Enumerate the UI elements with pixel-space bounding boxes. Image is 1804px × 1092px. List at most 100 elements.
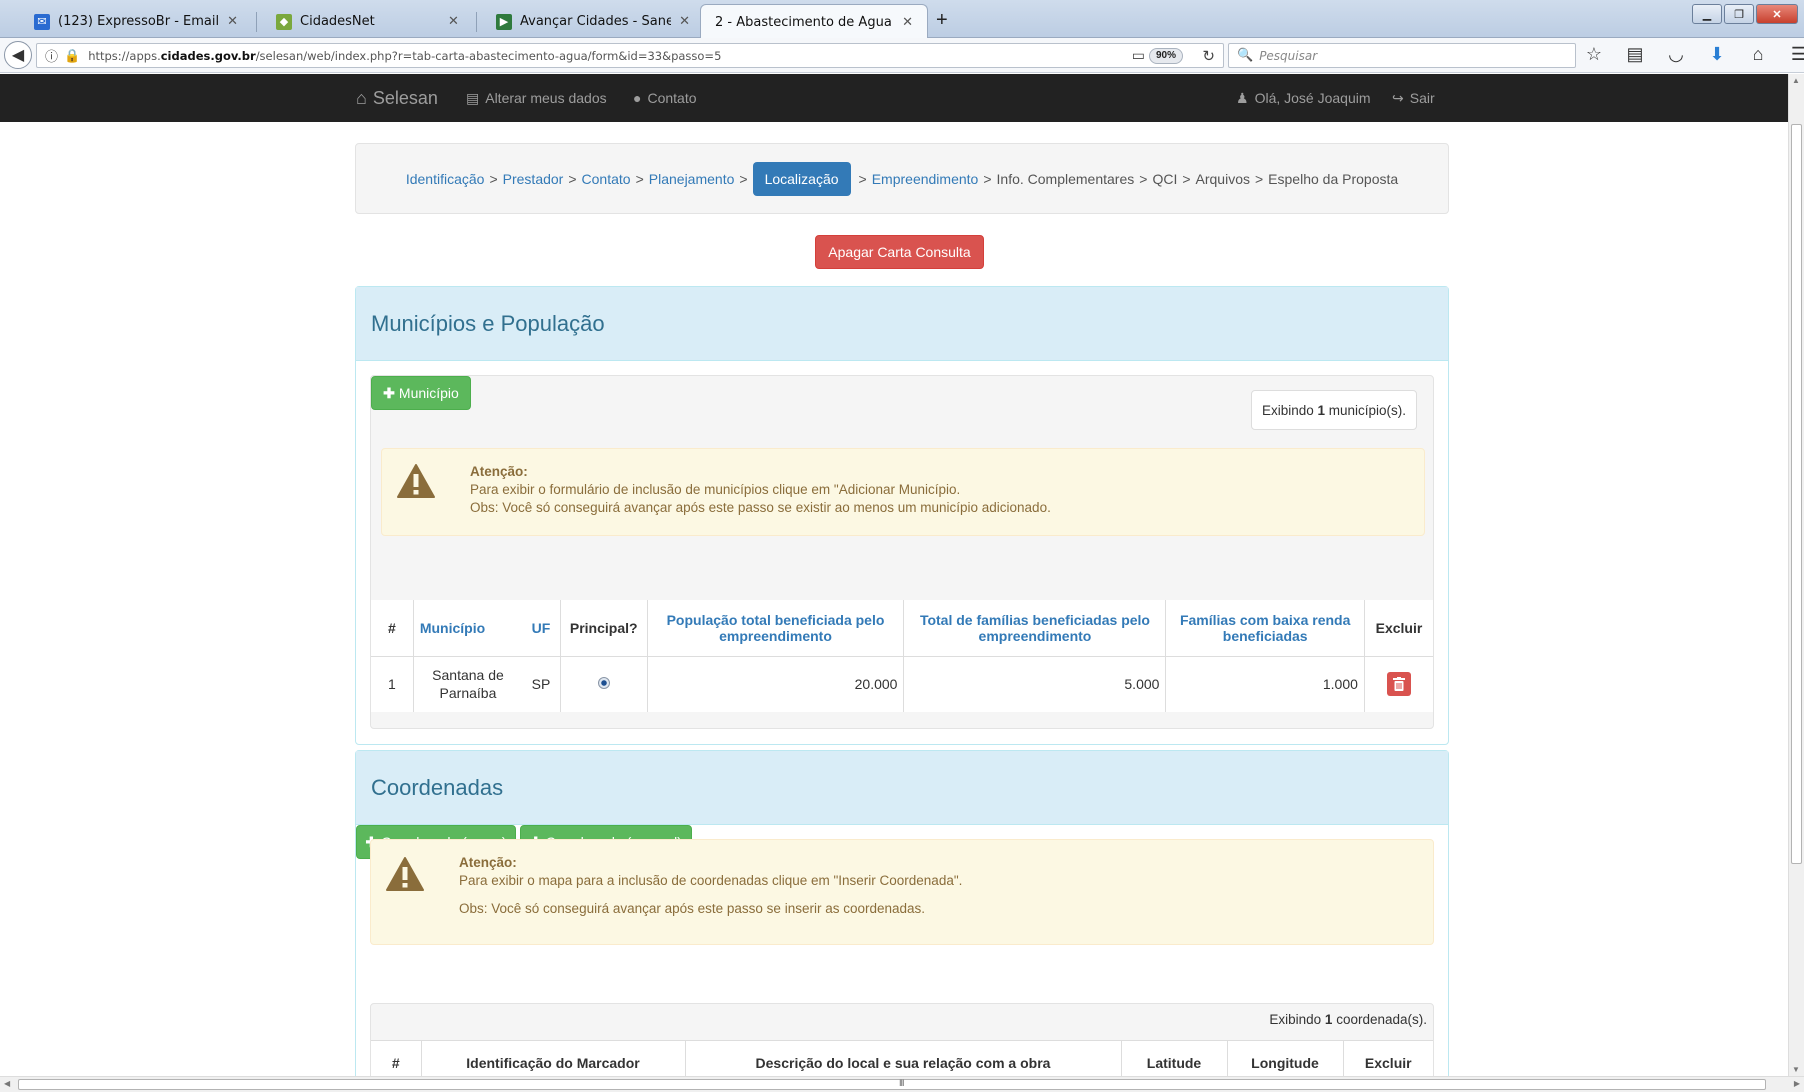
browser-nav-bar: ◀ ⓘ 🔒 https://apps.cidades.gov.br/selesa… xyxy=(0,38,1804,73)
cell-excluir xyxy=(1364,655,1433,712)
browser-toolbar: ☆ ▤ ◡ ⬇ ⌂ ☰ xyxy=(1584,44,1804,65)
sair-link[interactable]: ↪ Sair xyxy=(1392,74,1435,122)
user-greeting-link[interactable]: ♟ Olá, José Joaquim xyxy=(1236,74,1371,122)
zoom-indicator[interactable]: 90% xyxy=(1148,48,1183,64)
bookmarks-list-icon[interactable]: ▤ xyxy=(1625,44,1645,65)
count-suffix: município(s). xyxy=(1328,402,1407,418)
cell-municipio: Santana de Parnaíba xyxy=(413,655,523,712)
alert-line1: Para exibir o formulário de inclusão de … xyxy=(470,482,961,497)
cell-num: 1 xyxy=(371,655,414,712)
breadcrumb-separator: > xyxy=(489,170,498,187)
scroll-right-icon[interactable]: ▶ xyxy=(1794,1079,1800,1088)
reload-icon[interactable]: ↻ xyxy=(1202,47,1215,65)
breadcrumb-empreendimento[interactable]: Empreendimento xyxy=(872,171,979,187)
contato-link[interactable]: ● Contato xyxy=(633,74,697,122)
browser-tab-avancar-cidades[interactable]: ▶ Avançar Cidades - Saneamen ✕ xyxy=(482,5,704,38)
download-icon[interactable]: ⬇ xyxy=(1707,44,1727,65)
horizontal-scrollbar[interactable]: ◀ III ▶ xyxy=(0,1076,1804,1092)
back-arrow-icon: ◀ xyxy=(11,47,25,64)
breadcrumb-separator: > xyxy=(1182,170,1191,187)
new-tab-button[interactable]: + xyxy=(936,9,948,32)
brand-link[interactable]: ⌂ Selesan xyxy=(356,74,438,122)
breadcrumb-separator: > xyxy=(568,170,577,187)
home-icon[interactable]: ⌂ xyxy=(1748,44,1768,65)
col-uf[interactable]: UF xyxy=(522,600,561,656)
alert-title: Atenção: xyxy=(459,855,517,870)
col-longitude: Longitude xyxy=(1227,1040,1344,1076)
breadcrumb-separator: > xyxy=(635,170,644,187)
breadcrumb-arquivos: Arquivos xyxy=(1195,170,1250,187)
col-identificacao: Identificação do Marcador xyxy=(421,1040,686,1076)
browser-tab-abastecimento[interactable]: 2 - Abastecimento de Água - Loc ✕ xyxy=(700,4,928,39)
breadcrumb-separator: > xyxy=(858,170,867,187)
municipios-well: Exibindo 1 município(s). Atenção: Para e… xyxy=(370,375,1434,729)
col-familias[interactable]: Total de famílias beneficiadas pelo empr… xyxy=(903,600,1167,656)
insecure-lock-icon[interactable]: 🔒 xyxy=(64,48,80,64)
url-host: cidades.gov.br xyxy=(160,48,256,63)
delete-municipio-button[interactable] xyxy=(1386,672,1411,697)
table-header-row: # Identificação do Marcador Descrição do… xyxy=(371,1040,1433,1076)
browser-tab-expressobr[interactable]: ✉ (123) ExpressoBr - Email ✕ xyxy=(20,5,252,38)
col-num: # xyxy=(371,1040,422,1076)
principal-radio[interactable] xyxy=(597,677,610,690)
municipios-panel-title: Municípios e População xyxy=(356,287,1448,361)
url-prefix: https://apps. xyxy=(88,48,161,63)
breadcrumb-separator: > xyxy=(1254,170,1264,187)
breadcrumb-prestador[interactable]: Prestador xyxy=(503,171,564,187)
count-value: 1 xyxy=(1317,402,1326,418)
maximize-icon[interactable]: ❐ xyxy=(1724,4,1754,24)
count-prefix: Exibindo xyxy=(1261,402,1314,418)
search-icon: 🔍 xyxy=(1237,48,1254,63)
col-baixa-renda[interactable]: Famílias com baixa renda beneficiadas xyxy=(1165,600,1365,656)
coordenadas-well: Exibindo 1 coordenada(s). # Identificaçã… xyxy=(370,1003,1434,1076)
reader-view-icon[interactable]: ▭ xyxy=(1132,47,1145,64)
site-navbar: ⌂ Selesan ▤ Alterar meus dados ● Contato ♟ O… xyxy=(0,74,1788,122)
col-latitude: Latitude xyxy=(1121,1040,1228,1076)
greeting-label: Olá, José Joaquim xyxy=(1254,90,1371,106)
col-excluir: Excluir xyxy=(1375,619,1423,636)
close-tab-icon[interactable]: ✕ xyxy=(227,14,238,29)
breadcrumb: Identificação > Prestador > Contato > Pl… xyxy=(355,143,1449,214)
close-tab-cidadesnet[interactable]: ✕ xyxy=(440,5,470,38)
coordenadas-panel: Coordenadas Atenção: Para exibir o mapa … xyxy=(355,750,1449,1076)
count-suffix: coordenada(s). xyxy=(1336,1012,1427,1027)
scroll-down-icon[interactable]: ▼ xyxy=(1792,1065,1800,1074)
coordenadas-panel-title: Coordenadas xyxy=(356,751,1448,825)
alert-line1: Para exibir o mapa para a inclusão de co… xyxy=(459,873,963,888)
apagar-carta-button[interactable]: Apagar Carta Consulta xyxy=(815,235,984,269)
municipios-count: Exibindo 1 município(s). xyxy=(1251,390,1417,430)
bookmark-star-icon[interactable]: ☆ xyxy=(1584,44,1604,65)
horizontal-scroll-thumb[interactable]: III xyxy=(18,1078,1766,1090)
breadcrumb-separator: > xyxy=(739,170,748,187)
add-municipio-button[interactable]: ✚ Município xyxy=(371,376,471,410)
col-populacao[interactable]: População total beneficiada pelo empreen… xyxy=(647,600,905,656)
alterar-dados-link[interactable]: ▤ Alterar meus dados xyxy=(466,74,607,122)
close-window-icon[interactable]: ✕ xyxy=(1756,4,1798,24)
close-tab-icon[interactable]: ✕ xyxy=(448,14,459,29)
brand-label: Selesan xyxy=(372,87,438,108)
vertical-scroll-thumb[interactable] xyxy=(1791,124,1802,864)
col-municipio[interactable]: Município xyxy=(413,600,522,656)
address-bar[interactable]: ⓘ 🔒 https://apps.cidades.gov.br/selesan/… xyxy=(36,43,1224,68)
pocket-icon[interactable]: ◡ xyxy=(1666,44,1686,65)
breadcrumb-info-complementares: Info. Complementares xyxy=(996,170,1135,187)
close-tab-icon[interactable]: ✕ xyxy=(679,14,690,29)
table-row: 1 Santana de Parnaíba SP 20.000 5.000 1.… xyxy=(371,655,1433,712)
url-text: https://apps.cidades.gov.br/selesan/web/… xyxy=(88,49,721,63)
scroll-left-icon[interactable]: ◀ xyxy=(4,1079,10,1088)
scroll-up-icon[interactable]: ▲ xyxy=(1792,76,1800,85)
coordenadas-table: # Identificação do Marcador Descrição do… xyxy=(371,1040,1433,1076)
trash-icon xyxy=(1392,677,1405,692)
menu-icon[interactable]: ☰ xyxy=(1789,44,1804,65)
minimize-icon[interactable]: ▁ xyxy=(1692,4,1722,24)
breadcrumb-contato[interactable]: Contato xyxy=(582,171,631,187)
breadcrumb-planejamento[interactable]: Planejamento xyxy=(649,171,735,187)
close-tab-icon[interactable]: ✕ xyxy=(902,15,913,30)
info-icon[interactable]: ⓘ xyxy=(45,46,58,65)
table-header-row: # Município UF Principal? População tota… xyxy=(371,600,1433,656)
count-prefix: Exibindo xyxy=(1269,1012,1322,1027)
back-button[interactable]: ◀ xyxy=(4,41,32,69)
breadcrumb-identificacao[interactable]: Identificação xyxy=(406,171,485,187)
vertical-scrollbar[interactable]: ▲ ▼ xyxy=(1788,74,1804,1076)
search-input[interactable]: 🔍 Pesquisar xyxy=(1228,43,1576,68)
